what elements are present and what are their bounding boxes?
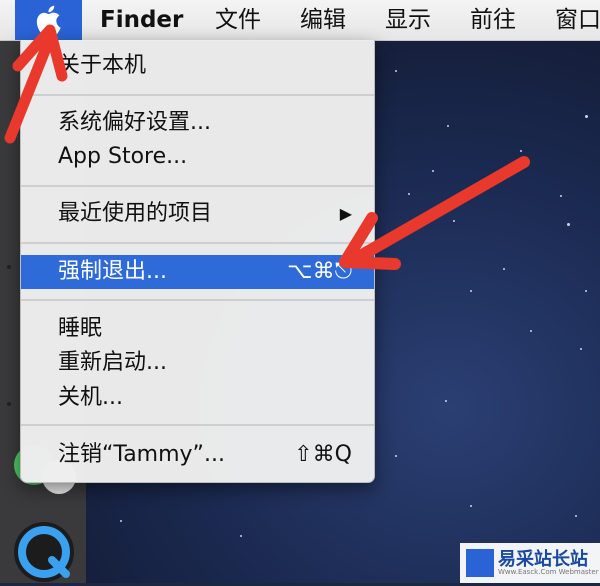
keyboard-shortcut: ⇧⌘Q: [294, 442, 352, 467]
watermark-subtitle: Www.Easck.Com Webmaster: [498, 568, 599, 576]
menu-item-sleep[interactable]: 睡眠: [21, 312, 374, 346]
menu-separator: [21, 242, 374, 244]
menu-item-label: 关于本机: [58, 53, 147, 78]
menu-separator: [21, 94, 374, 96]
watermark: 易采站长站 Www.Easck.Com Webmaster: [460, 543, 600, 583]
menubar-item-edit[interactable]: 编辑: [300, 3, 346, 37]
menubar-item-finder[interactable]: Finder: [100, 3, 183, 37]
menu-item-force-quit[interactable]: 强制退出... ⌥⌘⎋: [21, 255, 374, 289]
keyboard-shortcut: ⌥⌘⎋: [287, 259, 352, 284]
menu-separator: [21, 185, 374, 187]
menu-item-label: 最近使用的项目: [58, 201, 213, 226]
apple-icon: [36, 5, 61, 35]
menu-item-label: 关机...: [58, 385, 123, 410]
menubar-item-view[interactable]: 显示: [385, 3, 431, 37]
menu-item-recent-items[interactable]: 最近使用的项目 ▶: [21, 197, 374, 231]
quicktime-icon[interactable]: [14, 522, 74, 582]
menu-item-label: 重新启动...: [58, 350, 167, 375]
menu-item-system-preferences[interactable]: 系统偏好设置...: [21, 106, 374, 140]
menu-item-label: App Store...: [58, 144, 188, 169]
menu-item-restart[interactable]: 重新启动...: [21, 346, 374, 380]
triangle-right-icon: ▶: [339, 204, 352, 223]
dock-indicator: [7, 130, 11, 134]
watermark-logo-icon: [466, 549, 494, 577]
apple-menu-button[interactable]: [15, 0, 82, 40]
menu-item-label: 睡眠: [58, 316, 103, 341]
menu-item-label: 强制退出...: [58, 259, 167, 284]
menu-separator: [21, 424, 374, 426]
apple-dropdown-menu: 关于本机 系统偏好设置... App Store... 最近使用的项目 ▶ 强制…: [20, 40, 375, 483]
dock-indicator: [7, 265, 11, 269]
menu-separator: [21, 299, 374, 301]
menu-item-log-out[interactable]: 注销“Tammy”... ⇧⌘Q: [21, 438, 374, 472]
menu-item-about-this-mac[interactable]: 关于本机: [21, 49, 374, 83]
menubar-item-go[interactable]: 前往: [470, 3, 516, 37]
menu-item-label: 系统偏好设置...: [58, 110, 211, 135]
menubar-item-file[interactable]: 文件: [215, 3, 261, 37]
menu-bar: Finder 文件 编辑 显示 前往 窗口: [0, 0, 600, 41]
menu-item-app-store[interactable]: App Store...: [21, 140, 374, 174]
menubar-item-window[interactable]: 窗口: [555, 3, 600, 37]
menu-item-shut-down[interactable]: 关机...: [21, 381, 374, 415]
dock-indicator: [7, 402, 11, 406]
menu-item-label: 注销“Tammy”...: [58, 442, 225, 467]
